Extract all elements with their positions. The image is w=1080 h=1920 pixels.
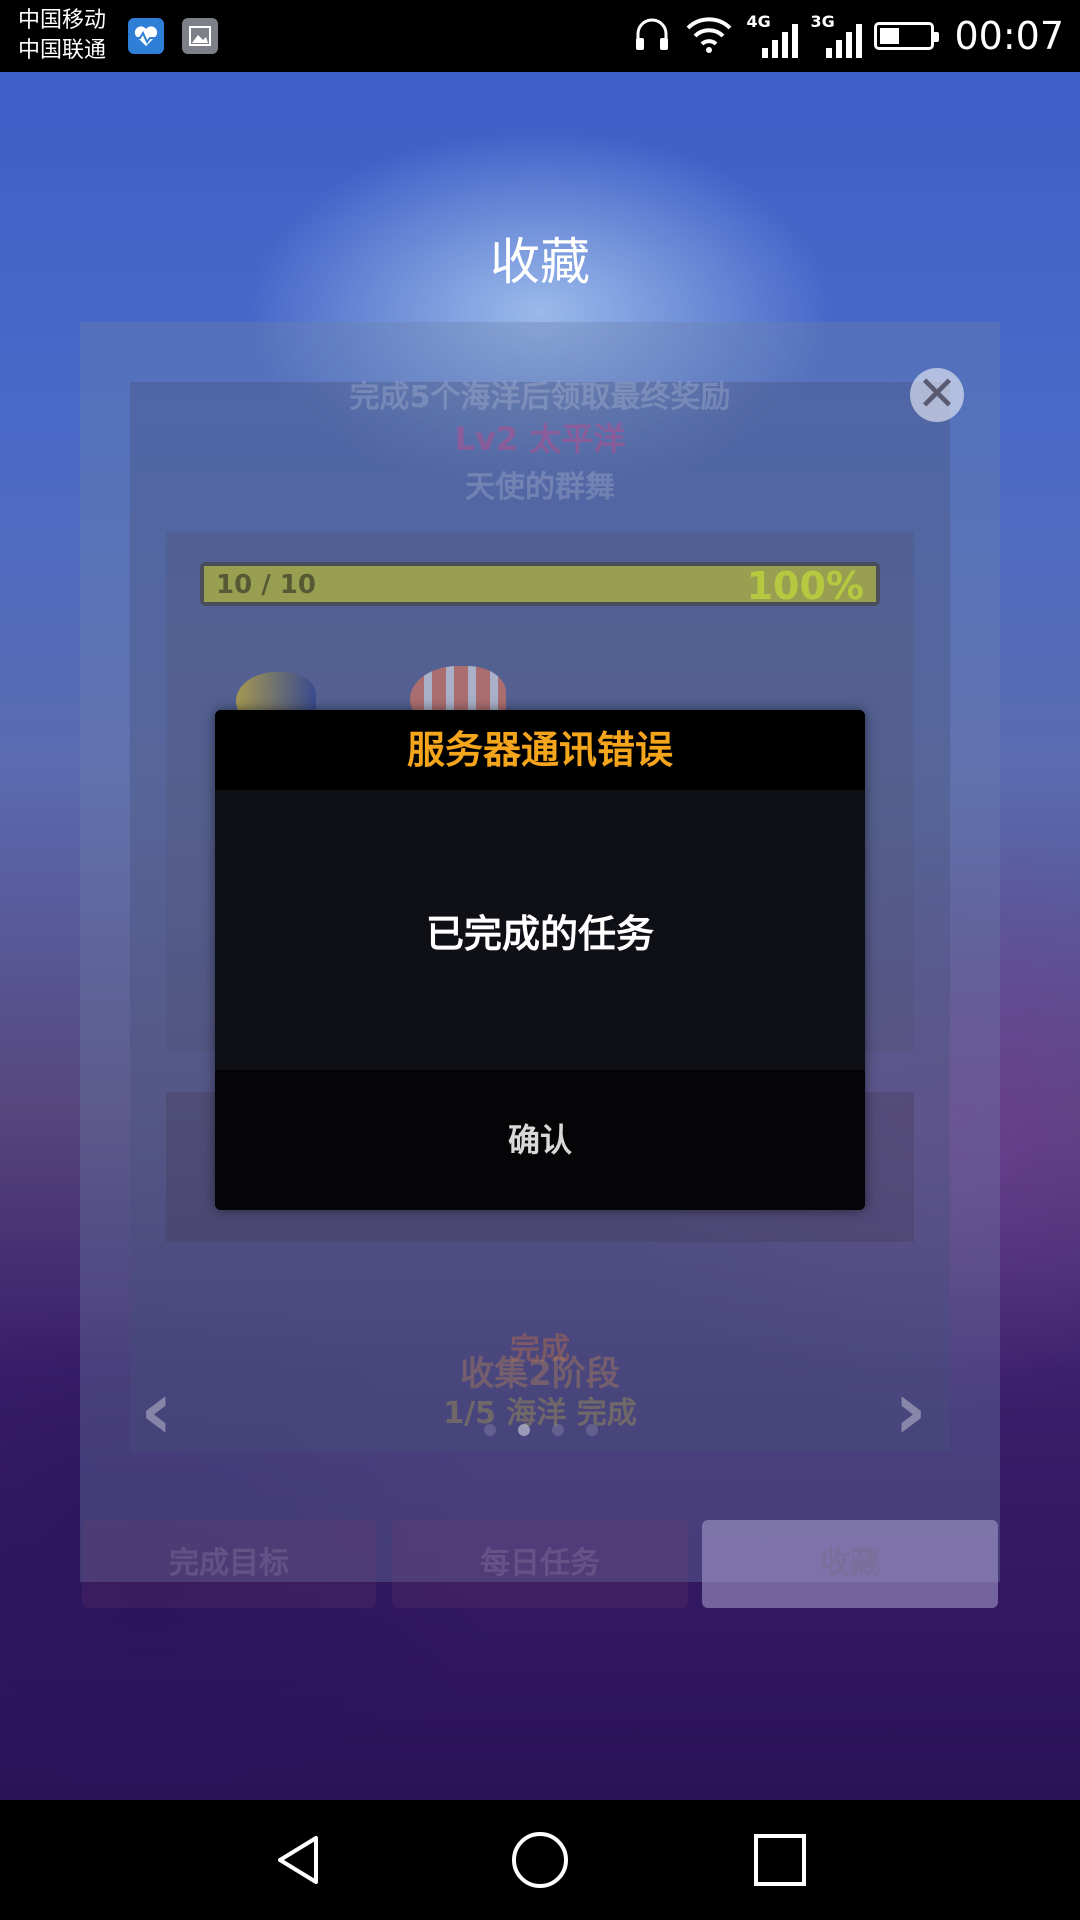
signal-4g-icon: 4G: [746, 12, 799, 58]
page-title: 收藏: [490, 233, 590, 291]
confirm-button[interactable]: 确认: [215, 1070, 865, 1210]
carrier-names: 中国移动 中国联通: [18, 6, 106, 66]
page-dot: [586, 1424, 598, 1436]
ocean-tagline: 天使的群舞: [465, 470, 615, 505]
progress-bar: 10 / 10 100%: [200, 562, 880, 608]
back-icon[interactable]: [270, 1830, 330, 1890]
page-indicator: [484, 1424, 598, 1436]
status-bar: 中国移动 中国联通 4G 3G 00:07: [0, 0, 1080, 72]
prev-arrow-icon[interactable]: ‹: [140, 1364, 173, 1457]
tab-daily-tasks[interactable]: 每日任务: [392, 1520, 688, 1608]
health-app-icon: [128, 18, 164, 54]
close-button[interactable]: ✕: [910, 368, 964, 422]
battery-level: [880, 28, 899, 44]
page-dot: [484, 1424, 496, 1436]
close-icon: ✕: [916, 366, 958, 422]
carrier-2: 中国联通: [18, 38, 107, 63]
home-icon[interactable]: [510, 1830, 570, 1890]
carrier-1: 中国移动: [18, 8, 107, 33]
page-dot: [552, 1424, 564, 1436]
next-arrow-icon[interactable]: ›: [894, 1364, 927, 1457]
headphones-icon: [632, 14, 672, 58]
page-dot: [518, 1424, 530, 1436]
tab-collection[interactable]: 收藏: [702, 1520, 998, 1608]
navigation-bar: [0, 1800, 1080, 1920]
clock: 00:07: [954, 14, 1064, 58]
progress-percent: 100%: [746, 564, 864, 608]
error-dialog: 服务器通讯错误 已完成的任务 确认: [215, 710, 865, 1210]
wifi-icon: [684, 14, 734, 58]
signal-3g-icon: 3G: [810, 12, 863, 58]
dialog-message: 已完成的任务: [215, 790, 865, 1070]
tab-goals[interactable]: 完成目标: [82, 1520, 376, 1608]
progress-count: 10 / 10: [216, 570, 316, 600]
recent-apps-icon[interactable]: [750, 1830, 810, 1890]
dialog-title: 服务器通讯错误: [215, 710, 865, 790]
battery-icon: [874, 22, 940, 50]
gallery-icon: [182, 18, 218, 54]
dialog-message-text: 已完成的任务: [425, 911, 654, 956]
